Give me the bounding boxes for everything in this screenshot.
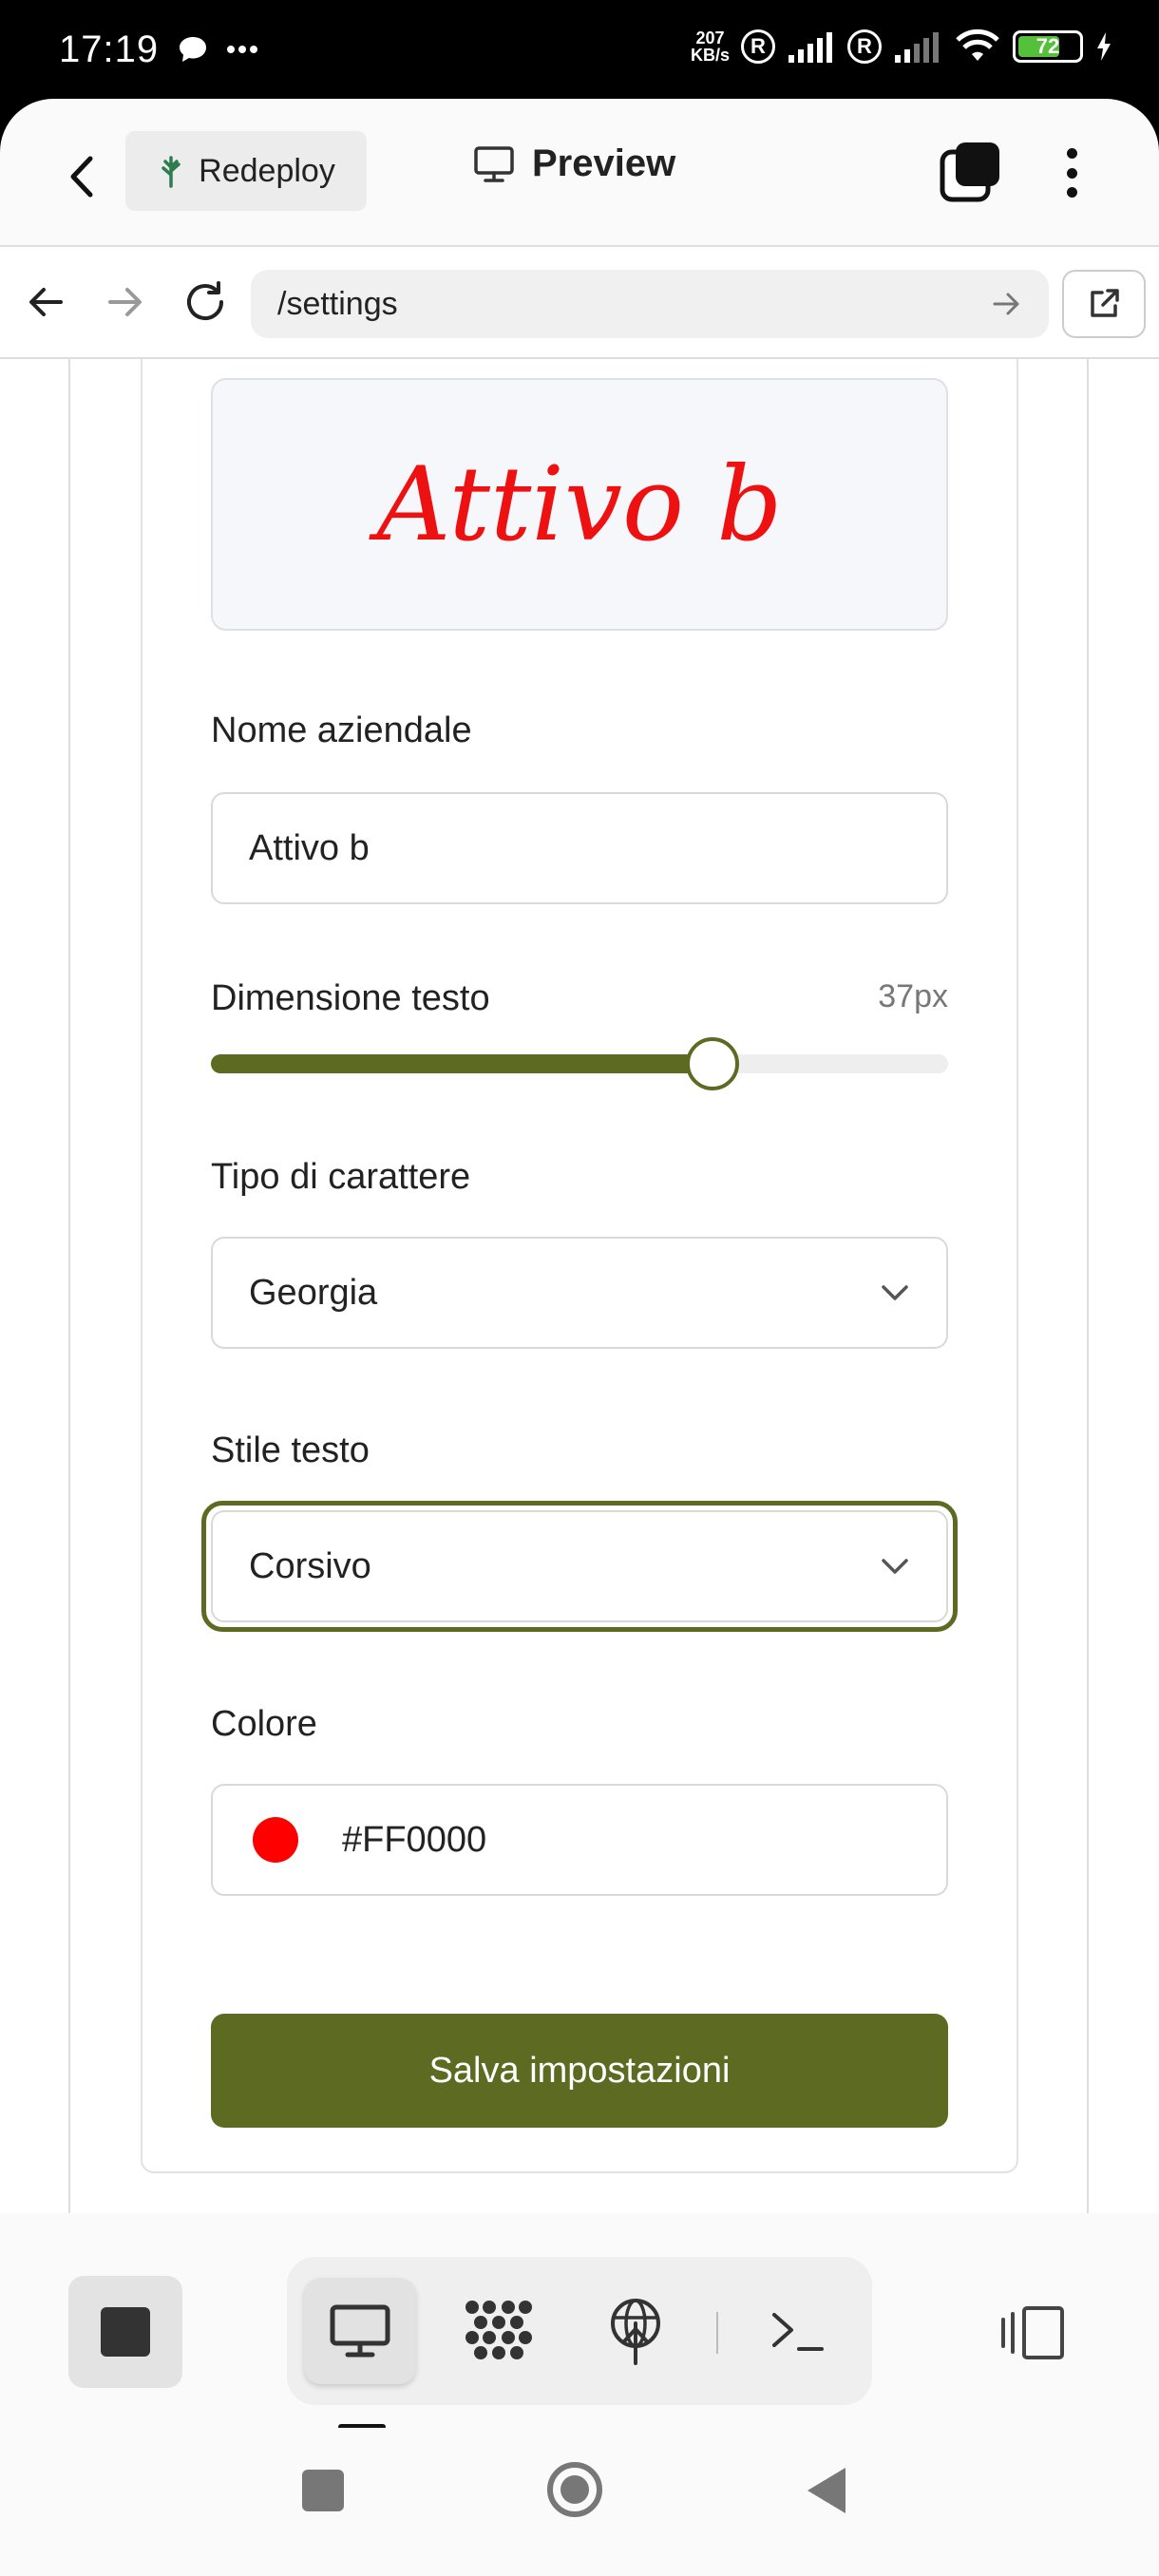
- browser-back-button[interactable]: [19, 275, 72, 329]
- preview-view-button[interactable]: [304, 2278, 416, 2384]
- font-type-label: Tipo di carattere: [211, 1157, 471, 1197]
- monitor-icon: [330, 2304, 390, 2358]
- font-type-value: Georgia: [249, 1272, 378, 1313]
- system-back-button[interactable]: [806, 2466, 847, 2515]
- text-size-value: 37px: [878, 978, 948, 1014]
- terminal-view-button[interactable]: [741, 2278, 853, 2384]
- arrow-left-icon: [29, 288, 63, 316]
- reload-button[interactable]: [179, 275, 232, 329]
- wifi-icon: [956, 28, 999, 61]
- go-arrow-icon[interactable]: [992, 291, 1022, 317]
- redeploy-label: Redeploy: [199, 152, 335, 189]
- url-text: /settings: [277, 285, 398, 322]
- chevron-down-icon: [882, 1559, 908, 1574]
- browser-forward-button[interactable]: [99, 275, 152, 329]
- stop-button[interactable]: [68, 2276, 182, 2388]
- terminal-icon: [772, 2313, 824, 2351]
- color-value: #FF0000: [342, 1819, 487, 1860]
- network-view-button[interactable]: [580, 2278, 692, 2384]
- font-type-select[interactable]: Georgia: [211, 1237, 948, 1349]
- tabs-button[interactable]: [939, 139, 1003, 203]
- status-time: 17:19: [59, 28, 160, 70]
- slider-thumb[interactable]: [685, 1037, 739, 1090]
- slider-fill: [211, 1054, 712, 1073]
- reload-icon: [187, 281, 223, 321]
- more-dots-icon: [227, 46, 257, 53]
- settings-page: Attivo b Nome aziendale Attivo b Dimensi…: [0, 359, 1159, 2213]
- browser-url-bar: /settings: [0, 245, 1159, 359]
- sim-icon: R: [741, 29, 775, 64]
- color-swatch[interactable]: [253, 1817, 298, 1863]
- page-title: Preview: [473, 142, 675, 185]
- company-name-value: Attivo b: [249, 827, 370, 868]
- services-view-button[interactable]: [443, 2278, 555, 2384]
- logo-preview: Attivo b: [211, 378, 948, 631]
- text-style-value: Corsivo: [249, 1545, 371, 1586]
- arrow-right-icon: [108, 288, 142, 316]
- back-button[interactable]: [53, 148, 110, 205]
- chevron-left-icon: [70, 156, 93, 198]
- company-name-input[interactable]: Attivo b: [211, 792, 948, 904]
- page-title-text: Preview: [532, 142, 676, 184]
- recents-button[interactable]: [302, 2470, 344, 2511]
- chat-bubble-icon: [180, 37, 206, 62]
- signal-icon: [788, 32, 832, 63]
- redeploy-button[interactable]: Redeploy: [125, 131, 367, 211]
- sim-icon-2: R: [847, 29, 882, 64]
- grid-icon: [466, 2301, 532, 2359]
- logo-preview-text: Attivo b: [376, 445, 783, 564]
- battery-icon: 72: [1013, 30, 1083, 63]
- app-header: Redeploy Preview: [0, 99, 1159, 245]
- text-style-select[interactable]: Corsivo: [211, 1510, 948, 1622]
- save-settings-label: Salva impostazioni: [428, 2050, 731, 2091]
- net-speed: 207 KB/s: [690, 28, 730, 65]
- url-input[interactable]: /settings: [251, 270, 1049, 338]
- android-navigation-bar: [0, 2428, 1159, 2576]
- tabs-icon: [940, 142, 999, 202]
- text-size-label: Dimensione testo: [211, 978, 490, 1018]
- external-link-icon: [1091, 289, 1119, 317]
- layout-toggle-button[interactable]: [996, 2295, 1072, 2371]
- open-external-button[interactable]: [1062, 270, 1146, 338]
- charging-icon: [1097, 32, 1111, 61]
- layout-icon: [1001, 2306, 1064, 2359]
- stop-icon: [101, 2307, 150, 2357]
- view-switcher: [287, 2257, 872, 2405]
- network-icon: [611, 2299, 660, 2365]
- more-options-button[interactable]: [1054, 142, 1089, 203]
- text-size-slider[interactable]: [211, 1037, 948, 1090]
- text-style-label: Stile testo: [211, 1430, 370, 1470]
- color-input[interactable]: #FF0000: [211, 1784, 948, 1896]
- status-bar: 17:19 207 KB/s R R 72: [0, 0, 1159, 104]
- monitor-icon: [474, 145, 514, 182]
- bottom-toolbar: [0, 2213, 1159, 2430]
- chevron-down-icon: [882, 1285, 908, 1300]
- signal-weak-icon: [895, 32, 939, 63]
- home-button[interactable]: [545, 2460, 604, 2519]
- save-settings-button[interactable]: Salva impostazioni: [211, 2014, 948, 2128]
- color-label: Colore: [211, 1704, 317, 1744]
- tree-icon: [162, 156, 180, 188]
- company-name-label: Nome aziendale: [211, 710, 472, 750]
